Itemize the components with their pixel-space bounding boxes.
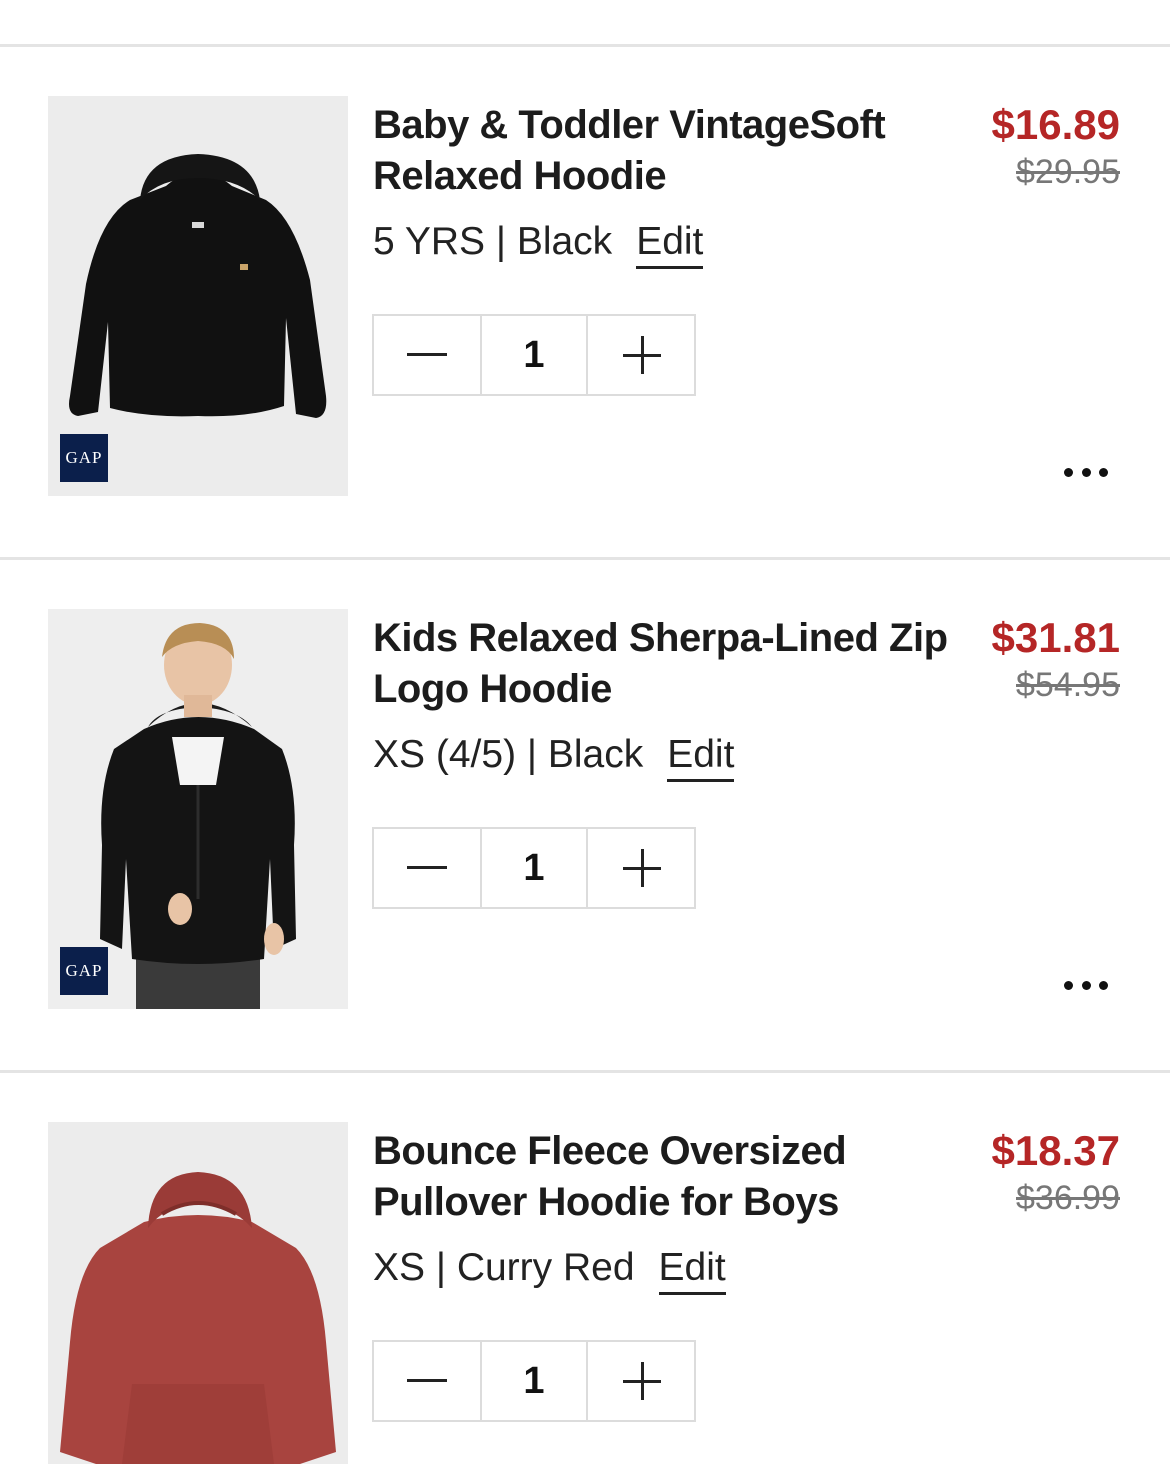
decrease-quantity-button[interactable] [374, 1342, 482, 1420]
cart-item: Bounce Fleece Oversized Pullover Hoodie … [0, 1122, 1170, 1464]
product-variant: XS | Curry Red Edit [373, 1246, 726, 1295]
product-title[interactable]: Baby & Toddler VintageSoft Relaxed Hoodi… [373, 100, 953, 202]
price-block: $18.37 $36.99 [992, 1126, 1120, 1220]
plus-icon [623, 1362, 661, 1400]
gap-logo-badge: GAP [60, 434, 108, 482]
quantity-value[interactable]: 1 [482, 1342, 588, 1420]
price-block: $31.81 $54.95 [992, 613, 1120, 707]
cart-item: GAP Baby & Toddler VintageSoft Relaxed H… [0, 96, 1170, 606]
variant-text: XS | Curry Red [373, 1246, 635, 1289]
original-price: $29.95 [1016, 153, 1120, 191]
product-variant: 5 YRS | Black Edit [373, 220, 704, 269]
edit-link[interactable]: Edit [658, 1246, 726, 1295]
product-image[interactable] [48, 1122, 348, 1464]
gap-logo-badge: GAP [60, 947, 108, 995]
plus-icon [623, 336, 661, 374]
product-image[interactable]: GAP [48, 609, 348, 1009]
product-title[interactable]: Bounce Fleece Oversized Pullover Hoodie … [373, 1126, 953, 1228]
increase-quantity-button[interactable] [588, 829, 696, 907]
increase-quantity-button[interactable] [588, 316, 696, 394]
more-options-icon-dot [1081, 467, 1091, 477]
decrease-quantity-button[interactable] [374, 829, 482, 907]
divider [0, 44, 1170, 47]
quantity-stepper: 1 [372, 314, 696, 396]
red-hoodie-image-icon [48, 1122, 348, 1464]
sale-price: $31.81 [991, 614, 1120, 661]
decrease-quantity-button[interactable] [374, 316, 482, 394]
minus-icon [407, 353, 447, 356]
variant-text: XS (4/5) | Black [373, 733, 644, 776]
more-options-icon-dot [1099, 980, 1108, 990]
quantity-value[interactable]: 1 [482, 316, 588, 394]
sale-price: $18.37 [991, 1127, 1120, 1174]
original-price: $36.99 [1016, 1179, 1120, 1217]
product-image[interactable]: GAP [48, 96, 348, 496]
minus-icon [407, 1379, 447, 1382]
more-options-icon-dot [1081, 980, 1091, 990]
cart-item-list: GAP Baby & Toddler VintageSoft Relaxed H… [0, 0, 1170, 1464]
divider [0, 557, 1170, 560]
more-options-icon-dot [1099, 467, 1108, 477]
original-price: $54.95 [1016, 666, 1120, 704]
product-variant: XS (4/5) | Black Edit [373, 733, 735, 782]
sale-price: $16.89 [991, 101, 1120, 148]
more-options-button[interactable] [1064, 462, 1108, 482]
variant-text: 5 YRS | Black [373, 220, 613, 263]
product-title[interactable]: Kids Relaxed Sherpa-Lined Zip Logo Hoodi… [373, 613, 953, 715]
quantity-stepper: 1 [372, 827, 696, 909]
edit-link[interactable]: Edit [667, 733, 735, 782]
plus-icon [623, 849, 661, 887]
quantity-value[interactable]: 1 [482, 829, 588, 907]
increase-quantity-button[interactable] [588, 1342, 696, 1420]
cart-item: GAP Kids Relaxed Sherpa-Lined Zip Logo H… [0, 609, 1170, 1119]
more-options-button[interactable] [1064, 975, 1108, 995]
more-options-icon-dot [1064, 467, 1073, 477]
divider [0, 1070, 1170, 1073]
quantity-stepper: 1 [372, 1340, 696, 1422]
minus-icon [407, 866, 447, 869]
more-options-icon-dot [1064, 980, 1073, 990]
edit-link[interactable]: Edit [636, 220, 704, 269]
price-block: $16.89 $29.95 [992, 100, 1120, 194]
